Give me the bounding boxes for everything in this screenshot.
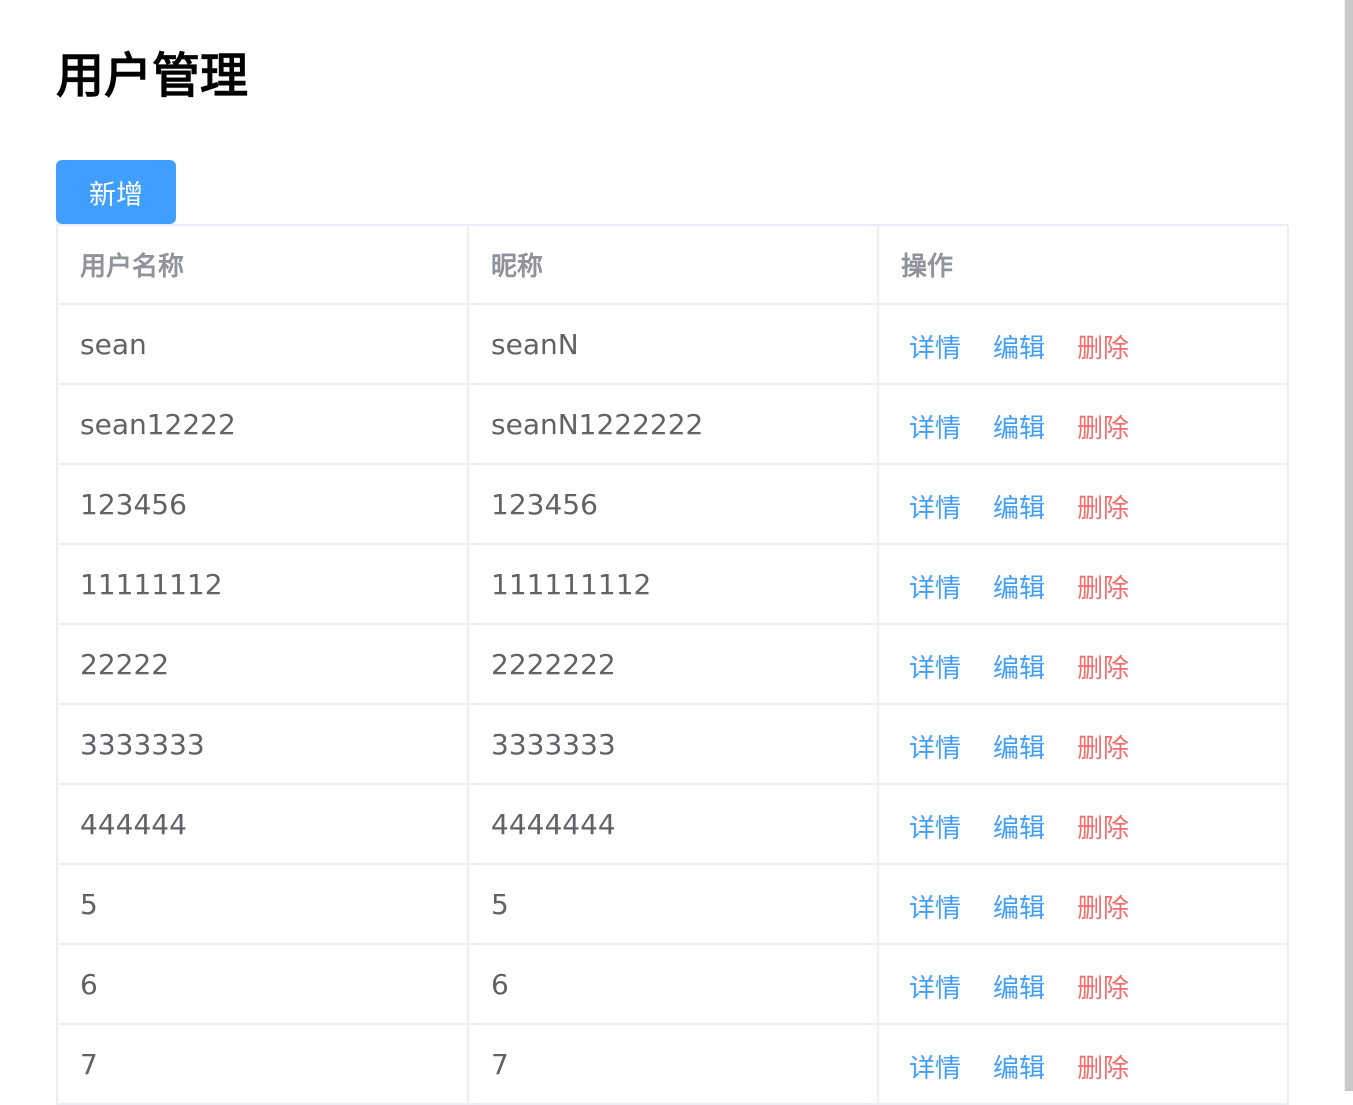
edit-link[interactable]: 编辑 xyxy=(993,488,1045,525)
column-header-username: 用户名称 xyxy=(58,226,469,305)
cell-nickname: 6 xyxy=(468,944,879,1025)
cell-username: 22222 xyxy=(58,624,469,705)
edit-link[interactable]: 编辑 xyxy=(993,1048,1045,1085)
delete-link[interactable]: 删除 xyxy=(1077,408,1129,445)
detail-link[interactable]: 详情 xyxy=(909,568,961,605)
delete-link[interactable]: 删除 xyxy=(1077,888,1129,925)
cell-actions: 详情 编辑 删除 xyxy=(878,864,1289,945)
table-row: 123456 123456 详情 编辑 删除 xyxy=(58,464,1289,545)
detail-link[interactable]: 详情 xyxy=(909,888,961,925)
cell-username: 444444 xyxy=(58,784,469,865)
detail-link[interactable]: 详情 xyxy=(909,808,961,845)
table-row: sean seanN 详情 编辑 删除 xyxy=(58,304,1289,385)
cell-username: 6 xyxy=(58,944,469,1025)
cell-nickname: 4444444 xyxy=(468,784,879,865)
table-row: 6 6 详情 编辑 删除 xyxy=(58,944,1289,1025)
edit-link[interactable]: 编辑 xyxy=(993,408,1045,445)
cell-nickname: seanN xyxy=(468,304,879,385)
table-row: 5 5 详情 编辑 删除 xyxy=(58,864,1289,945)
cell-actions: 详情 编辑 删除 xyxy=(878,464,1289,545)
detail-link[interactable]: 详情 xyxy=(909,968,961,1005)
table-row: 11111112 111111112 详情 编辑 删除 xyxy=(58,544,1289,625)
cell-actions: 详情 编辑 删除 xyxy=(878,784,1289,865)
cell-nickname: 7 xyxy=(468,1024,879,1105)
cell-nickname: 111111112 xyxy=(468,544,879,625)
cell-username: 7 xyxy=(58,1024,469,1105)
cell-nickname: 123456 xyxy=(468,464,879,545)
cell-nickname: seanN1222222 xyxy=(468,384,879,465)
detail-link[interactable]: 详情 xyxy=(909,728,961,765)
cell-username: 11111112 xyxy=(58,544,469,625)
cell-actions: 详情 编辑 删除 xyxy=(878,544,1289,625)
edit-link[interactable]: 编辑 xyxy=(993,328,1045,365)
table-row: sean12222 seanN1222222 详情 编辑 删除 xyxy=(58,384,1289,465)
delete-link[interactable]: 删除 xyxy=(1077,488,1129,525)
cell-username: sean12222 xyxy=(58,384,469,465)
table-body: sean seanN 详情 编辑 删除 sean12222 seanN1222222 详情 编辑… xyxy=(58,304,1289,1105)
table-row: 444444 4444444 详情 编辑 删除 xyxy=(58,784,1289,865)
table-header-row: 用户名称 昵称 操作 xyxy=(58,226,1289,305)
edit-link[interactable]: 编辑 xyxy=(993,968,1045,1005)
add-user-button[interactable]: 新增 xyxy=(56,160,176,224)
detail-link[interactable]: 详情 xyxy=(909,488,961,525)
delete-link[interactable]: 删除 xyxy=(1077,648,1129,685)
cell-actions: 详情 编辑 删除 xyxy=(878,704,1289,785)
page-title: 用户管理 xyxy=(56,48,249,104)
cell-actions: 详情 编辑 删除 xyxy=(878,624,1289,705)
delete-link[interactable]: 删除 xyxy=(1077,728,1129,765)
cell-username: sean xyxy=(58,304,469,385)
table-row: 7 7 详情 编辑 删除 xyxy=(58,1024,1289,1105)
cell-actions: 详情 编辑 删除 xyxy=(878,1024,1289,1105)
detail-link[interactable]: 详情 xyxy=(909,1048,961,1085)
cell-actions: 详情 编辑 删除 xyxy=(878,384,1289,465)
detail-link[interactable]: 详情 xyxy=(909,648,961,685)
edit-link[interactable]: 编辑 xyxy=(993,648,1045,685)
cell-nickname: 2222222 xyxy=(468,624,879,705)
cell-actions: 详情 编辑 删除 xyxy=(878,944,1289,1025)
cell-actions: 详情 编辑 删除 xyxy=(878,304,1289,385)
edit-link[interactable]: 编辑 xyxy=(993,728,1045,765)
edit-link[interactable]: 编辑 xyxy=(993,888,1045,925)
delete-link[interactable]: 删除 xyxy=(1077,968,1129,1005)
table-row: 22222 2222222 详情 编辑 删除 xyxy=(58,624,1289,705)
edit-link[interactable]: 编辑 xyxy=(993,808,1045,845)
cell-username: 123456 xyxy=(58,464,469,545)
cell-username: 3333333 xyxy=(58,704,469,785)
vertical-scrollbar[interactable] xyxy=(1345,0,1353,1091)
detail-link[interactable]: 详情 xyxy=(909,328,961,365)
column-header-actions: 操作 xyxy=(878,226,1289,305)
delete-link[interactable]: 删除 xyxy=(1077,1048,1129,1085)
cell-nickname: 5 xyxy=(468,864,879,945)
edit-link[interactable]: 编辑 xyxy=(993,568,1045,605)
detail-link[interactable]: 详情 xyxy=(909,408,961,445)
delete-link[interactable]: 删除 xyxy=(1077,568,1129,605)
delete-link[interactable]: 删除 xyxy=(1077,808,1129,845)
delete-link[interactable]: 删除 xyxy=(1077,328,1129,365)
column-header-nickname: 昵称 xyxy=(468,226,879,305)
cell-nickname: 3333333 xyxy=(468,704,879,785)
cell-username: 5 xyxy=(58,864,469,945)
table-row: 3333333 3333333 详情 编辑 删除 xyxy=(58,704,1289,785)
user-table: 用户名称 昵称 操作 sean seanN 详情 编辑 删除 sean12222 seanN… xyxy=(56,224,1289,1105)
